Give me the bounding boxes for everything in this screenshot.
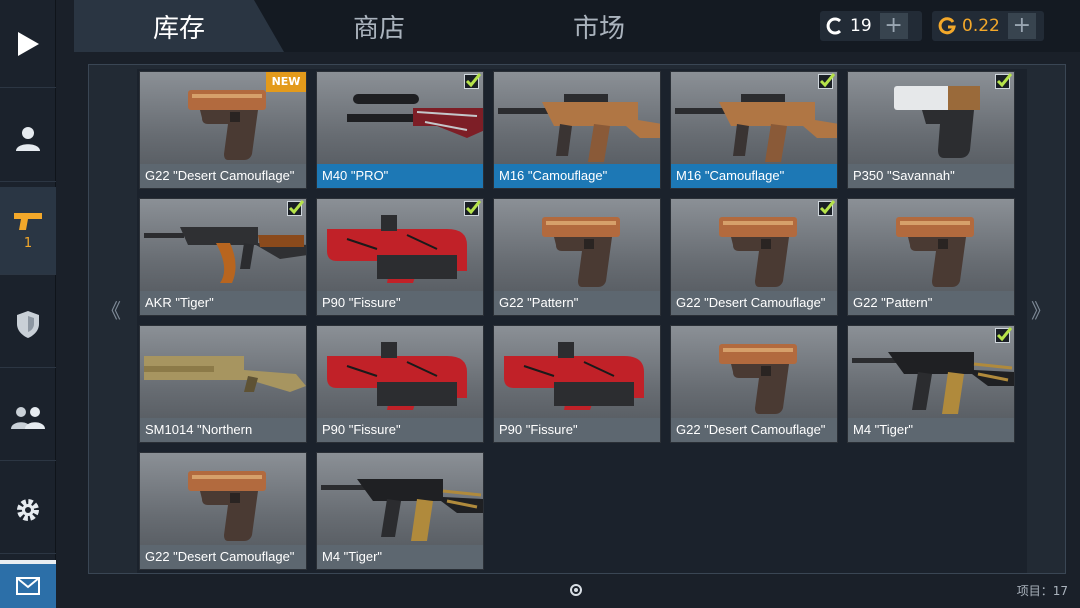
inventory-badge: 1 xyxy=(23,236,33,251)
item-name: AKR "Tiger" xyxy=(140,291,306,315)
group-icon xyxy=(11,406,45,429)
person-icon xyxy=(16,126,40,151)
item-name: M16 "Camouflage" xyxy=(671,164,837,188)
item-name: M16 "Camouflage" xyxy=(494,164,660,188)
weapon-image xyxy=(317,453,483,547)
inventory-card[interactable]: M40 "PRO" xyxy=(316,71,484,189)
weapon-image xyxy=(494,326,660,420)
item-name: M40 "PRO" xyxy=(317,164,483,188)
play-button[interactable] xyxy=(0,0,56,88)
play-icon xyxy=(18,31,39,56)
item-name: SM1014 "Northern xyxy=(140,418,306,442)
equipped-check-icon xyxy=(818,200,835,216)
profile-button[interactable] xyxy=(0,94,56,182)
item-name: P90 "Fissure" xyxy=(317,418,483,442)
inventory-panel: 《 NEW G22 "Desert Camouflage" M40 "PRO" M16… xyxy=(88,64,1066,574)
equipped-check-icon xyxy=(818,73,835,89)
weapon-image xyxy=(140,453,306,547)
inventory-card[interactable]: M4 "Tiger" xyxy=(316,452,484,570)
item-name: G22 "Desert Camouflage" xyxy=(140,545,306,569)
inventory-card[interactable]: G22 "Pattern" xyxy=(847,198,1015,316)
g-gold-icon xyxy=(932,15,962,37)
weapon-image xyxy=(140,199,306,293)
inventory-card[interactable]: P90 "Fissure" xyxy=(493,325,661,443)
inventory-card[interactable]: NEW G22 "Desert Camouflage" xyxy=(139,71,307,189)
add-gold-button[interactable]: + xyxy=(1007,13,1036,39)
weapon-image xyxy=(671,326,837,420)
shield-icon xyxy=(17,310,39,338)
new-badge: NEW xyxy=(266,72,306,92)
mail-button[interactable] xyxy=(0,560,56,608)
weapon-image xyxy=(494,72,660,166)
weapon-image xyxy=(671,199,837,293)
inventory-card[interactable]: P90 "Fissure" xyxy=(316,325,484,443)
weapon-image xyxy=(671,72,837,166)
clan-button[interactable] xyxy=(0,280,56,368)
add-credits-button[interactable]: + xyxy=(879,13,908,39)
weapon-image xyxy=(317,326,483,420)
inventory-grid: NEW G22 "Desert Camouflage" M40 "PRO" M16 "… xyxy=(137,69,1027,573)
friends-button[interactable] xyxy=(0,373,56,461)
gold-value: 0.22 xyxy=(962,16,1000,36)
equipped-check-icon xyxy=(287,200,304,216)
weapon-image xyxy=(317,72,483,166)
c-coin-icon xyxy=(820,15,850,37)
settings-button[interactable] xyxy=(0,466,56,554)
tab-market[interactable]: 市场 xyxy=(544,0,654,52)
envelope-icon xyxy=(16,577,40,595)
inventory-card[interactable]: M16 "Camouflage" xyxy=(670,71,838,189)
item-name: M4 "Tiger" xyxy=(317,545,483,569)
item-name: G22 "Desert Camouflage" xyxy=(671,291,837,315)
credits-value: 19 xyxy=(850,16,872,36)
prev-page-arrow[interactable]: 《 xyxy=(101,295,121,324)
page-indicator xyxy=(570,584,582,596)
item-count: 项目：17 xyxy=(1016,584,1068,598)
weapon-image xyxy=(848,199,1014,293)
inventory-card[interactable]: M4 "Tiger" xyxy=(847,325,1015,443)
item-name: P90 "Fissure" xyxy=(494,418,660,442)
inventory-card[interactable]: P90 "Fissure" xyxy=(316,198,484,316)
gear-icon xyxy=(17,498,39,521)
pistol-icon xyxy=(14,213,42,230)
weapon-image xyxy=(140,326,306,420)
inventory-card[interactable]: SM1014 "Northern xyxy=(139,325,307,443)
item-name: M4 "Tiger" xyxy=(848,418,1014,442)
tab-shop[interactable]: 商店 xyxy=(324,0,434,52)
credits-balance: 19 + xyxy=(820,11,922,41)
equipped-check-icon xyxy=(995,73,1012,89)
item-name: G22 "Pattern" xyxy=(494,291,660,315)
inventory-button[interactable]: 1 xyxy=(0,187,56,275)
equipped-check-icon xyxy=(995,327,1012,343)
inventory-card[interactable]: M16 "Camouflage" xyxy=(493,71,661,189)
item-name: P90 "Fissure" xyxy=(317,291,483,315)
next-page-arrow[interactable]: 》 xyxy=(1031,295,1051,324)
item-name: G22 "Desert Camouflage" xyxy=(671,418,837,442)
item-name: G22 "Pattern" xyxy=(848,291,1014,315)
inventory-card[interactable]: G22 "Desert Camouflage" xyxy=(670,198,838,316)
inventory-card[interactable]: AKR "Tiger" xyxy=(139,198,307,316)
weapon-image xyxy=(317,199,483,293)
tab-inventory[interactable]: 库存 xyxy=(74,0,284,52)
weapon-image xyxy=(494,199,660,293)
inventory-card[interactable]: G22 "Desert Camouflage" xyxy=(670,325,838,443)
inventory-card[interactable]: P350 "Savannah" xyxy=(847,71,1015,189)
inventory-card[interactable]: G22 "Pattern" xyxy=(493,198,661,316)
inventory-card[interactable]: G22 "Desert Camouflage" xyxy=(139,452,307,570)
gold-balance: 0.22 + xyxy=(932,11,1044,41)
equipped-check-icon xyxy=(464,73,481,89)
equipped-check-icon xyxy=(464,200,481,216)
item-name: G22 "Desert Camouflage" xyxy=(140,164,306,188)
weapon-image xyxy=(848,326,1014,420)
top-bar: 库存 商店 市场 19 + 0.22 + xyxy=(74,0,1080,52)
weapon-image xyxy=(848,72,1014,166)
sidebar: 1 xyxy=(0,0,56,608)
item-name: P350 "Savannah" xyxy=(848,164,1014,188)
